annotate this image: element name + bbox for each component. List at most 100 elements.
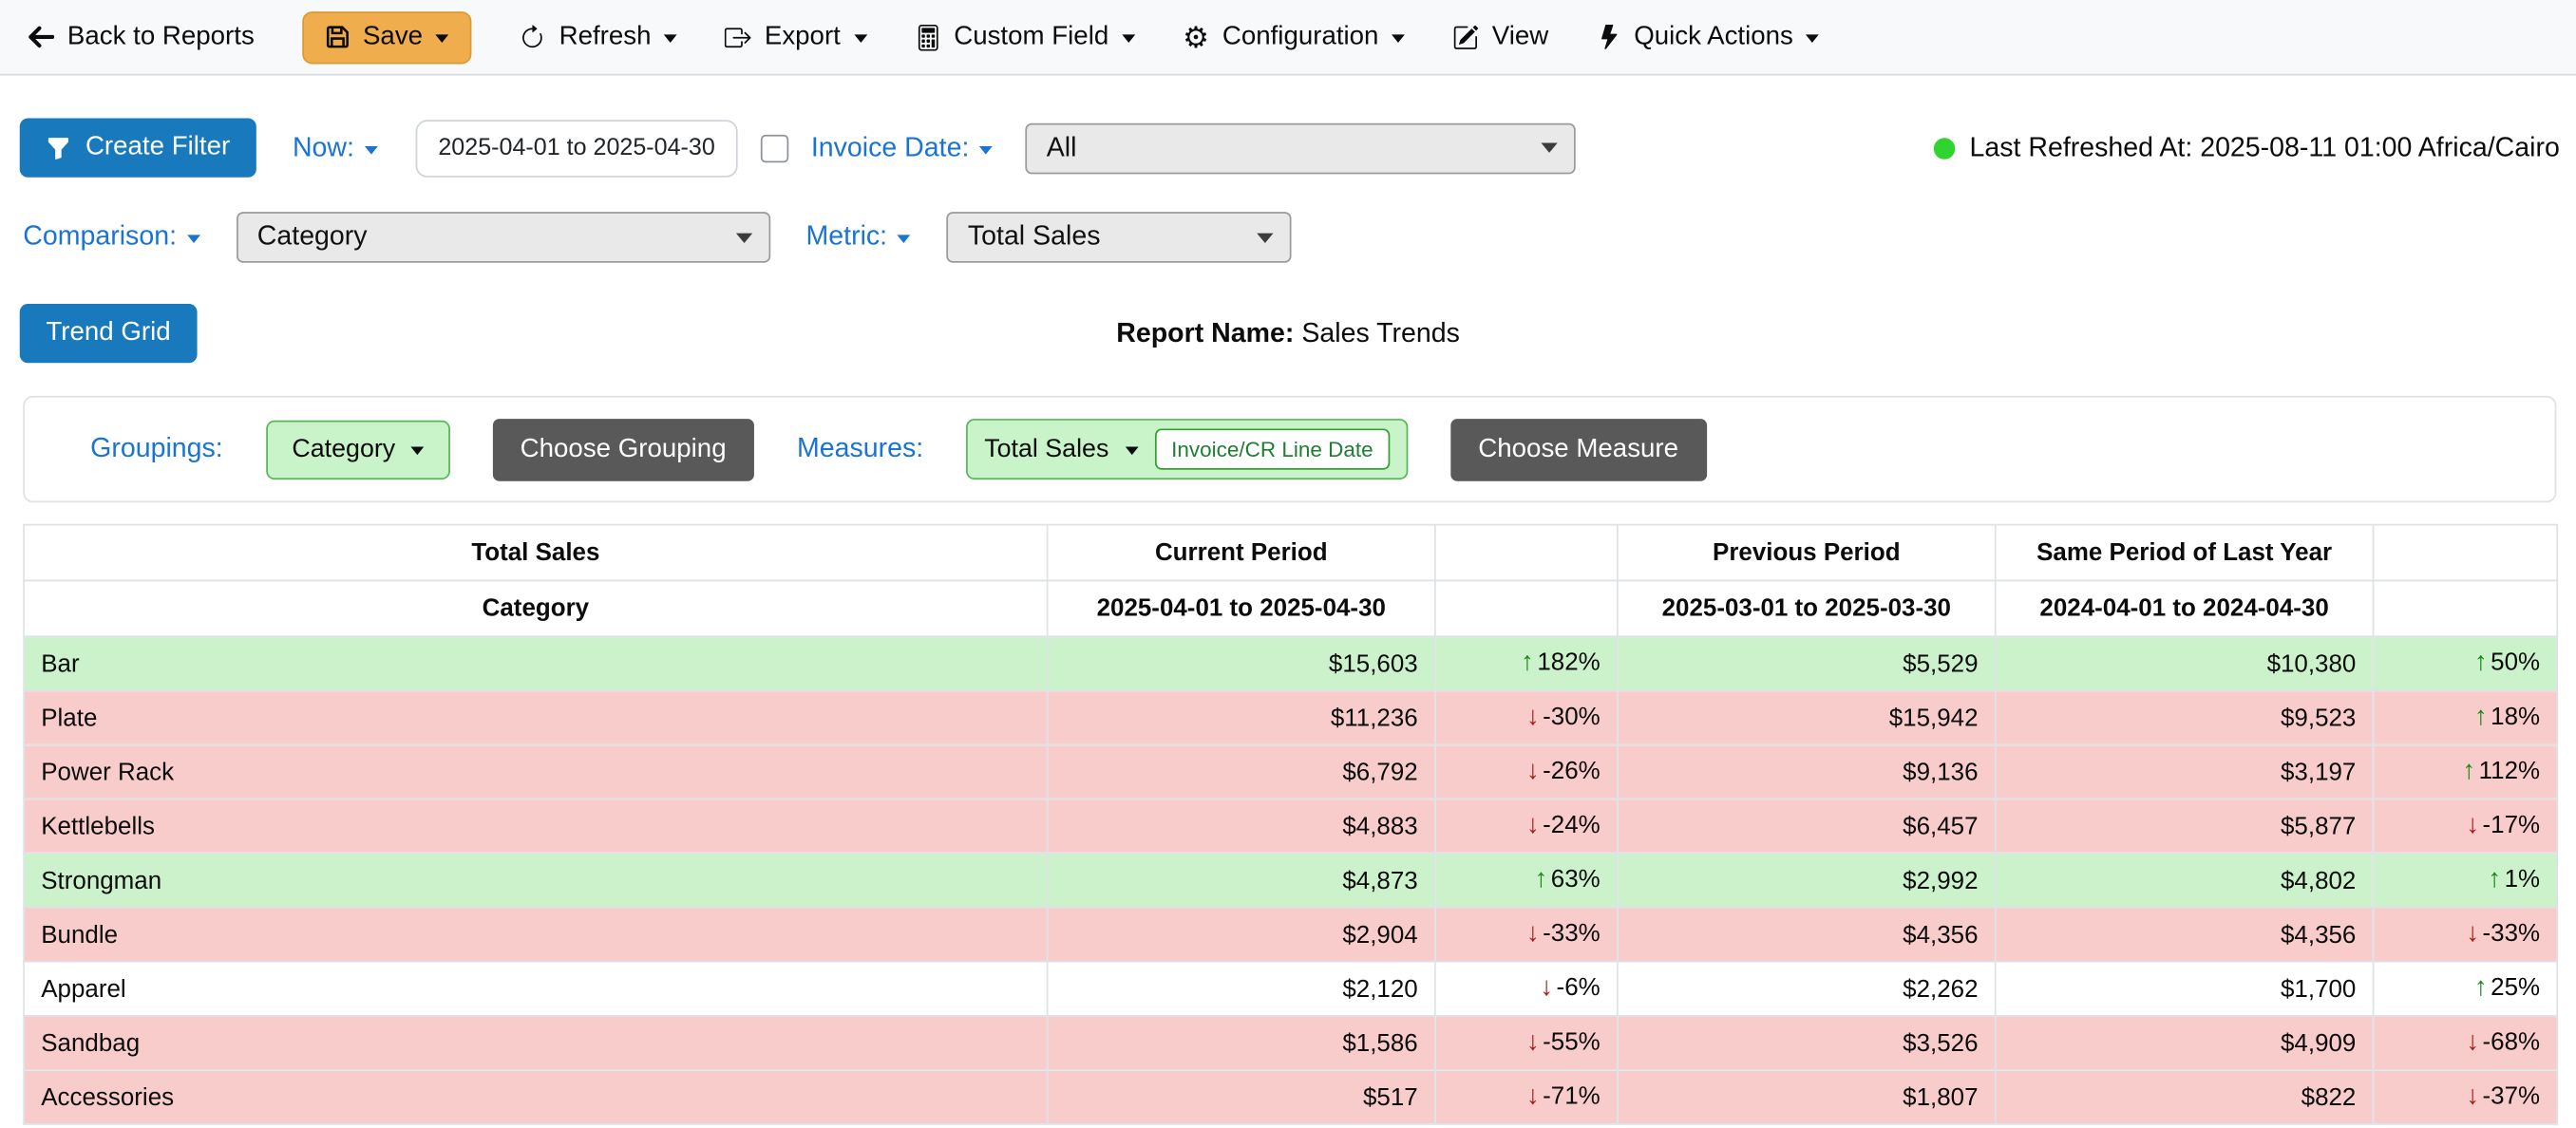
report-app: Back to Reports Save Refresh Export bbox=[0, 0, 2576, 1128]
comparison-row: Comparison: Category Metric: Total Sales bbox=[0, 178, 2576, 263]
caret-down-icon bbox=[1126, 446, 1139, 455]
category-cell: Apparel bbox=[24, 962, 1048, 1016]
category-cell: Plate bbox=[24, 690, 1048, 744]
comparison-select[interactable]: Category bbox=[236, 212, 769, 263]
current-period-value: $517 bbox=[1048, 1070, 1435, 1124]
header-row-periods: Total Sales Current Period Previous Peri… bbox=[24, 525, 2557, 581]
comparison-dropdown[interactable]: Comparison: bbox=[23, 222, 199, 254]
last-refreshed-label: Last Refreshed At: 2025-08-11 01:00 Afri… bbox=[1969, 132, 2559, 163]
down-arrow-icon: ↓ bbox=[1526, 1028, 1540, 1056]
invoice-date-dropdown[interactable]: Invoice Date: bbox=[811, 132, 993, 163]
top-toolbar: Back to Reports Save Refresh Export bbox=[0, 0, 2576, 76]
current-change-cell: ↓-71% bbox=[1435, 1070, 1618, 1124]
table-row: Strongman$4,873↑63%$2,992$4,802↑1% bbox=[24, 854, 2557, 908]
save-icon bbox=[325, 25, 350, 49]
status-dot-icon bbox=[1933, 137, 1954, 158]
grouping-category-button[interactable]: Category bbox=[266, 420, 450, 479]
table-row: Kettlebells$4,883↓-24%$6,457$5,877↓-17% bbox=[24, 799, 2557, 853]
now-dropdown[interactable]: Now: bbox=[293, 132, 377, 163]
invoice-date-checkbox[interactable] bbox=[760, 134, 787, 161]
current-change-cell: ↑182% bbox=[1435, 636, 1618, 690]
caret-down-icon bbox=[854, 34, 867, 43]
down-arrow-icon: ↓ bbox=[1526, 811, 1540, 838]
up-arrow-icon: ↑ bbox=[2488, 866, 2501, 893]
last-year-value: $822 bbox=[1996, 1070, 2374, 1124]
up-arrow-icon: ↑ bbox=[2462, 757, 2475, 784]
save-label: Save bbox=[363, 22, 423, 51]
current-change-cell: ↓-30% bbox=[1435, 690, 1618, 744]
down-arrow-icon: ↓ bbox=[2466, 811, 2479, 838]
current-period-value: $6,792 bbox=[1048, 744, 1435, 799]
year-change-cell: ↑18% bbox=[2374, 690, 2558, 744]
caret-down-icon bbox=[436, 34, 449, 43]
last-year-value: $10,380 bbox=[1996, 636, 2374, 690]
previous-period-value: $3,526 bbox=[1618, 1016, 1996, 1070]
current-period-value: $1,586 bbox=[1048, 1016, 1435, 1070]
year-change-cell: ↑1% bbox=[2374, 854, 2558, 908]
create-filter-label: Create Filter bbox=[85, 133, 230, 162]
up-arrow-icon: ↑ bbox=[1534, 866, 1547, 893]
up-arrow-icon: ↑ bbox=[2474, 974, 2488, 1002]
current-change-cell: ↓-26% bbox=[1435, 744, 1618, 799]
configuration-button[interactable]: ⚙ Configuration bbox=[1183, 22, 1405, 51]
table-row: Accessories$517↓-71%$1,807$822↓-37% bbox=[24, 1070, 2557, 1124]
quick-actions-button[interactable]: Quick Actions bbox=[1596, 22, 1819, 51]
back-to-reports-button[interactable]: Back to Reports bbox=[27, 22, 255, 51]
trend-grid-button[interactable]: Trend Grid bbox=[20, 304, 198, 363]
last-year-value: $1,700 bbox=[1996, 962, 2374, 1016]
view-button[interactable]: View bbox=[1452, 22, 1548, 51]
choose-measure-button[interactable]: Choose Measure bbox=[1450, 418, 1707, 480]
caret-down-icon bbox=[1392, 34, 1405, 43]
export-button[interactable]: Export bbox=[725, 22, 866, 51]
up-arrow-icon: ↑ bbox=[2474, 649, 2488, 676]
choose-grouping-button[interactable]: Choose Grouping bbox=[492, 418, 754, 480]
category-cell: Bundle bbox=[24, 908, 1048, 962]
category-cell: Strongman bbox=[24, 854, 1048, 908]
refresh-icon bbox=[520, 24, 546, 50]
metric-select[interactable]: Total Sales bbox=[946, 212, 1291, 263]
year-change-cell: ↑25% bbox=[2374, 962, 2558, 1016]
caret-down-icon bbox=[186, 235, 199, 243]
view-label: View bbox=[1492, 22, 1548, 51]
previous-period-value: $6,457 bbox=[1618, 799, 1996, 853]
header-current-period: Current Period bbox=[1048, 525, 1435, 581]
year-change-cell: ↓-33% bbox=[2374, 908, 2558, 962]
metric-dropdown[interactable]: Metric: bbox=[805, 222, 910, 254]
now-label: Now: bbox=[293, 132, 354, 163]
custom-field-icon bbox=[915, 24, 941, 50]
caret-down-icon bbox=[897, 235, 910, 243]
previous-period-value: $4,356 bbox=[1618, 908, 1996, 962]
measure-label: Total Sales bbox=[984, 435, 1108, 464]
last-year-value: $9,523 bbox=[1996, 690, 2374, 744]
header-same-period-last-year: Same Period of Last Year bbox=[1996, 525, 2374, 581]
save-button[interactable]: Save bbox=[302, 10, 472, 63]
measure-total-sales-button[interactable]: Total Sales Invoice/CR Line Date bbox=[966, 419, 1408, 479]
category-cell: Power Rack bbox=[24, 744, 1048, 799]
invoice-date-select[interactable]: All bbox=[1025, 122, 1575, 174]
current-period-value: $11,236 bbox=[1048, 690, 1435, 744]
year-change-cell: ↑50% bbox=[2374, 636, 2558, 690]
previous-period-value: $5,529 bbox=[1618, 636, 1996, 690]
current-period-value: $4,883 bbox=[1048, 799, 1435, 853]
header-empty bbox=[1435, 580, 1618, 636]
current-period-value: $4,873 bbox=[1048, 854, 1435, 908]
table-row: Sandbag$1,586↓-55%$3,526$4,909↓-68% bbox=[24, 1016, 2557, 1070]
current-change-cell: ↓-55% bbox=[1435, 1016, 1618, 1070]
current-period-value: $15,603 bbox=[1048, 636, 1435, 690]
caret-down-icon bbox=[979, 145, 993, 154]
header-current-range: 2025-04-01 to 2025-04-30 bbox=[1048, 580, 1435, 636]
filter-icon bbox=[46, 136, 70, 160]
caret-down-icon bbox=[664, 34, 677, 43]
refresh-button[interactable]: Refresh bbox=[520, 22, 677, 51]
caret-down-icon bbox=[1807, 34, 1820, 43]
custom-field-button[interactable]: Custom Field bbox=[915, 22, 1135, 51]
metric-label: Metric: bbox=[805, 222, 887, 254]
export-label: Export bbox=[765, 22, 841, 51]
date-range-input[interactable] bbox=[415, 119, 737, 177]
up-arrow-icon: ↑ bbox=[1521, 649, 1534, 676]
header-previous-period: Previous Period bbox=[1618, 525, 1996, 581]
groupings-panel: Groupings: Category Choose Grouping Meas… bbox=[23, 396, 2556, 502]
create-filter-button[interactable]: Create Filter bbox=[20, 119, 256, 178]
current-change-cell: ↓-6% bbox=[1435, 962, 1618, 1016]
trend-grid-row: Trend Grid Report Name: Sales Trends bbox=[0, 302, 2576, 365]
